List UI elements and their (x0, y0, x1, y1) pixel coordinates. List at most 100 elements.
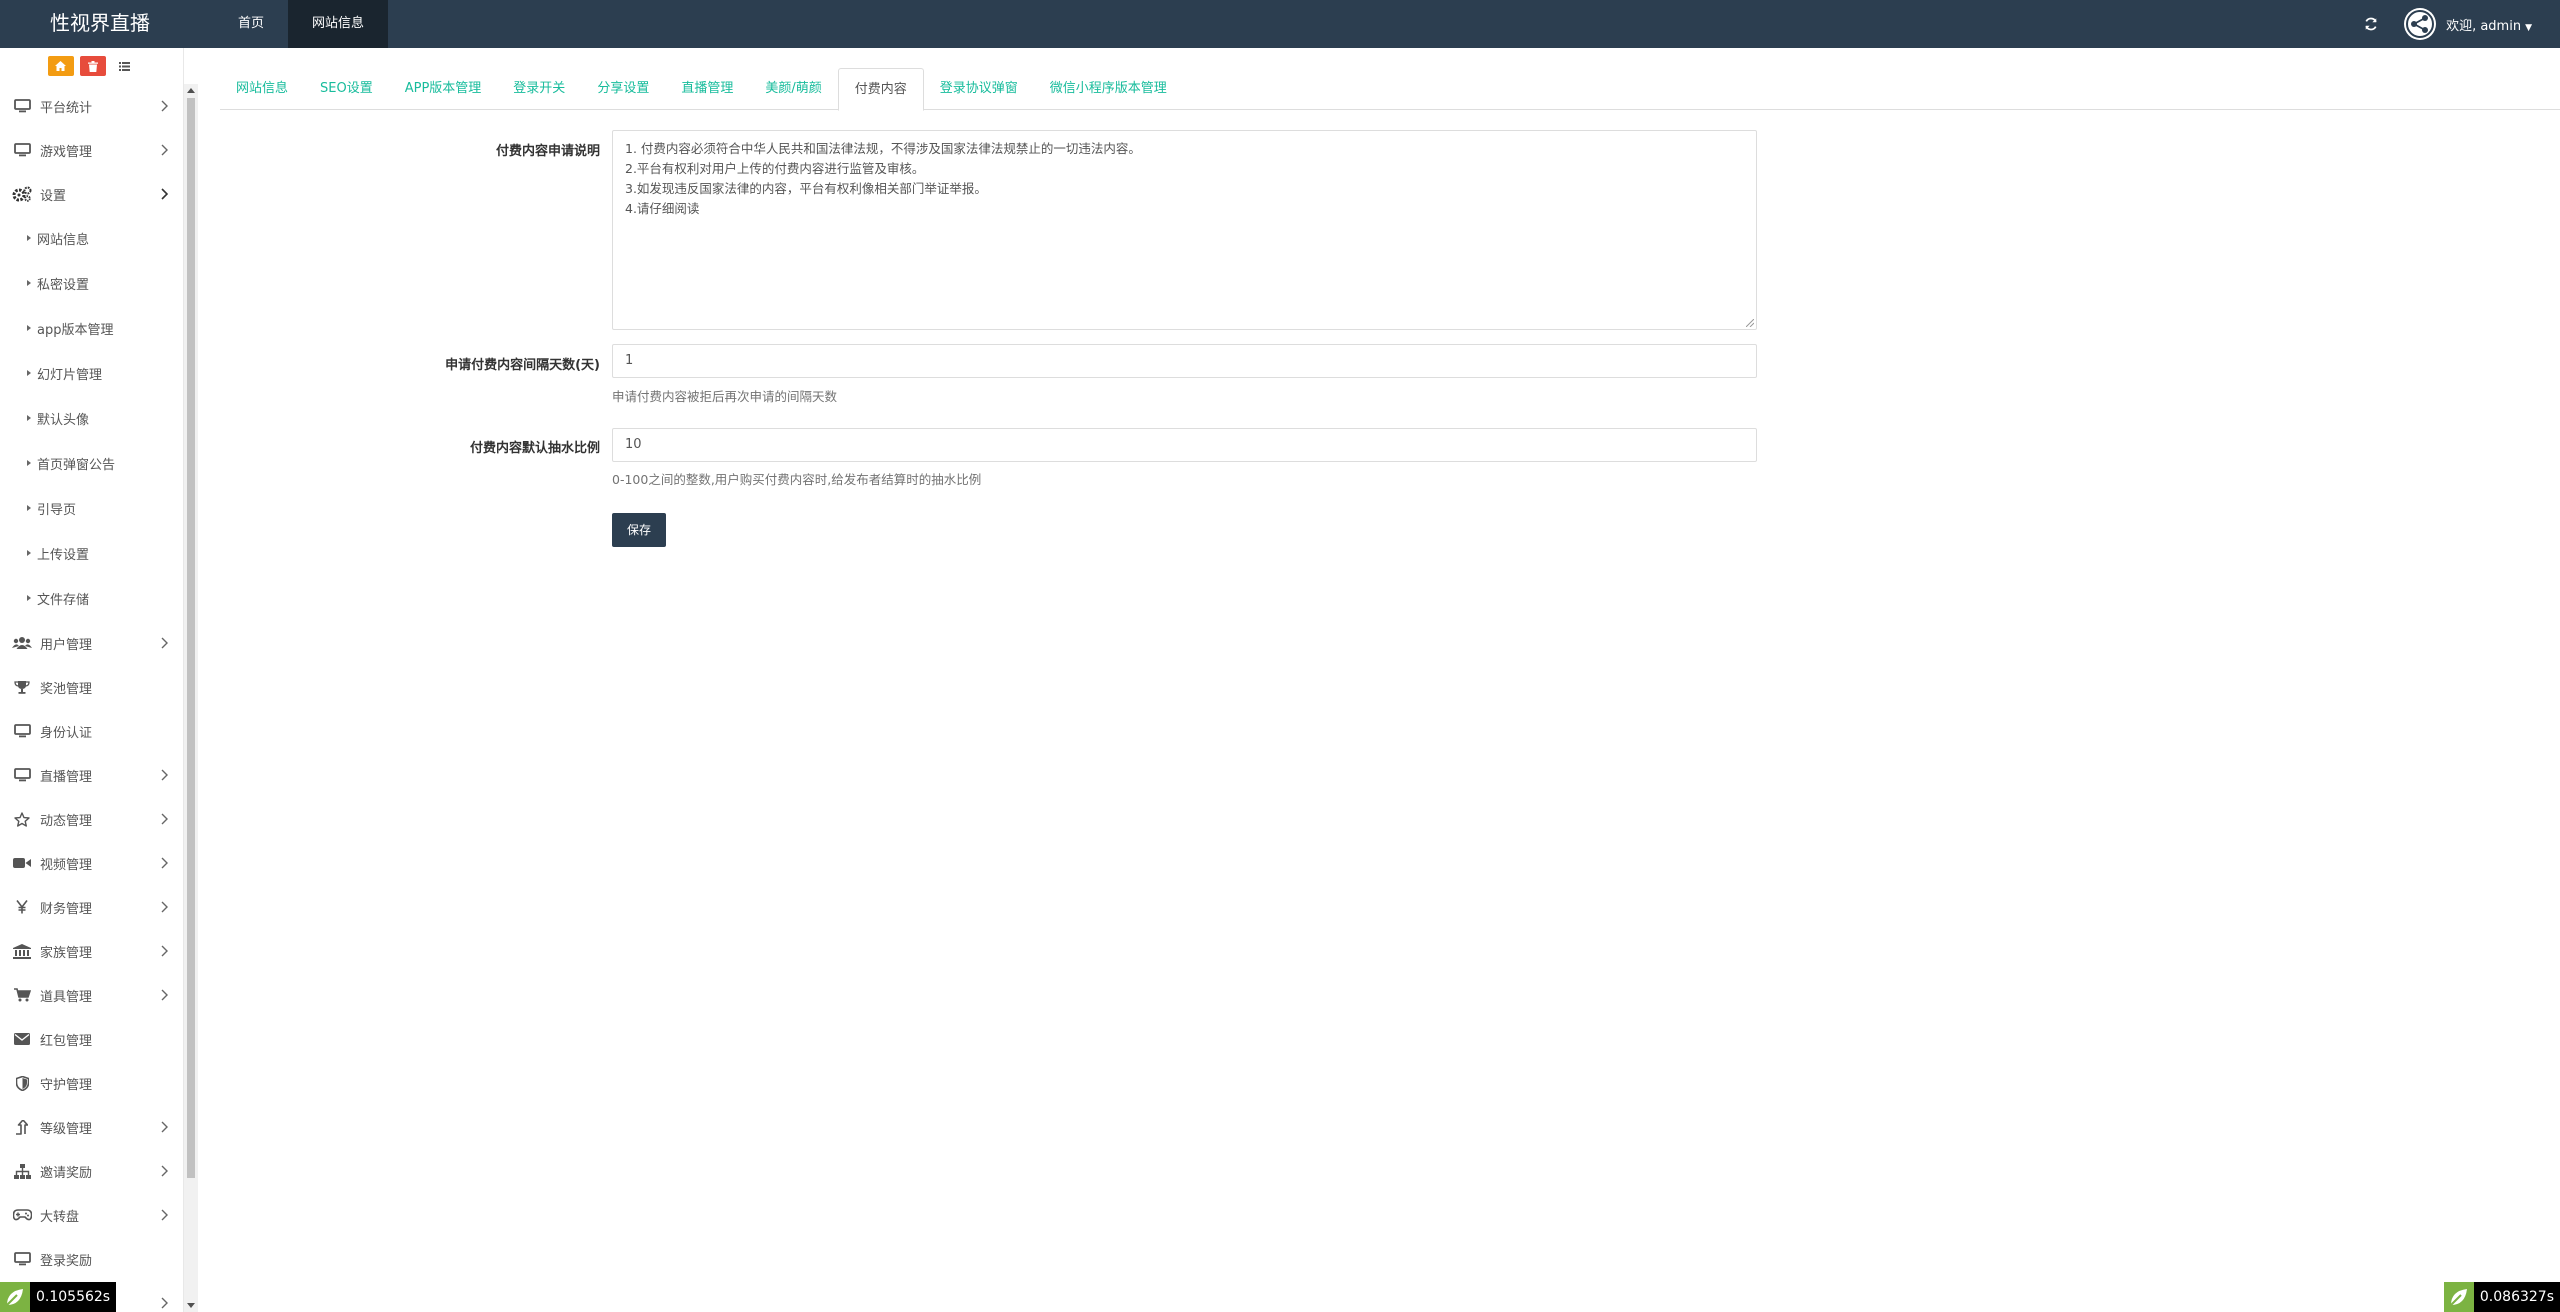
timer-value: 0.086327s (2479, 1289, 2554, 1305)
trash-icon (87, 60, 98, 72)
caret-right-icon (27, 460, 31, 466)
top-nav: 首页 网站信息 (214, 0, 389, 48)
sidebar-subitem-label: 幻灯片管理 (37, 368, 103, 383)
sidebar-item-levels[interactable]: 等级管理 (0, 1105, 183, 1149)
save-button[interactable]: 保存 (612, 513, 666, 547)
home-shortcut-button[interactable] (47, 56, 74, 76)
sidebar-subitem-slides[interactable]: 幻灯片管理 (0, 351, 183, 396)
tab-login-agreement[interactable]: 登录协议弹窗 (924, 68, 1034, 110)
sidebar-item-label: 财务管理 (40, 901, 93, 917)
tab-login-switch[interactable]: 登录开关 (497, 68, 581, 110)
resize-grip-icon[interactable] (1746, 319, 1754, 327)
sidebar-item-label: 道具管理 (40, 989, 93, 1005)
sidebar-item-guardian[interactable]: 守护管理 (0, 1061, 183, 1105)
sidebar-item-game-management[interactable]: 游戏管理 (0, 128, 183, 172)
chevron-right-icon (161, 989, 168, 1001)
avatar[interactable] (2404, 8, 2437, 40)
description-line: 1. 付费内容必须符合中华人民共和国法律法规，不得涉及国家法律法规禁止的一切违法… (625, 141, 1141, 156)
caret-right-icon (27, 595, 31, 601)
description-textarea[interactable]: 1. 付费内容必须符合中华人民共和国法律法规，不得涉及国家法律法规禁止的一切违法… (612, 130, 1757, 330)
sidebar-item-lucky-wheel[interactable]: 大转盘 (0, 1193, 183, 1237)
sidebar-item-identity[interactable]: 身份认证 (0, 709, 183, 753)
description-line: 2.平台有权利对用户上传的付费内容进行监管及审核。 (625, 161, 925, 176)
sidebar-subitem-upload-settings[interactable]: 上传设置 (0, 531, 183, 576)
settings-tabs: 网站信息 SEO设置 APP版本管理 登录开关 分享设置 直播管理 美颜/萌颜 … (220, 68, 2560, 111)
star-icon (12, 811, 32, 827)
sidebar-menu: 平台统计 游戏管理 设置 网站信息 私密设置 app版本管理 幻灯片管理 默认头… (0, 84, 183, 1312)
topnav-home[interactable]: 首页 (214, 0, 288, 48)
sidebar-subitem-app-version[interactable]: app版本管理 (0, 306, 183, 351)
sidebar-item-label: 用户管理 (40, 637, 93, 653)
top-navbar: 性视界直播 首页 网站信息 欢迎, admin ▼ (0, 0, 2560, 48)
sidebar-item-invite-reward[interactable]: 邀请奖励 (0, 1149, 183, 1193)
chevron-right-icon (161, 945, 168, 957)
sidebar-item-label: 直播管理 (40, 769, 93, 785)
interval-label: 申请付费内容间隔天数(天) (445, 358, 600, 373)
sidebar-item-finance[interactable]: 财务管理 (0, 885, 183, 929)
tab-mini-program[interactable]: 微信小程序版本管理 (1034, 68, 1183, 110)
chevron-right-icon (161, 857, 168, 869)
sidebar-item-label: 身份认证 (40, 725, 93, 741)
tab-live-management[interactable]: 直播管理 (665, 68, 749, 110)
tab-share-settings[interactable]: 分享设置 (581, 68, 665, 110)
menu-list-button[interactable] (111, 56, 138, 76)
commission-label: 付费内容默认抽水比例 (469, 441, 600, 456)
sidebar-item-dynamics[interactable]: 动态管理 (0, 797, 183, 841)
tab-paid-content[interactable]: 付费内容 (837, 68, 924, 111)
sidebar-subitem-label: 上传设置 (37, 548, 90, 563)
app-title[interactable]: 性视界直播 (0, 0, 200, 48)
sidebar-subitem-file-storage[interactable]: 文件存储 (0, 576, 183, 621)
sidebar-subitem-label: 私密设置 (37, 278, 90, 293)
tab-beauty[interactable]: 美颜/萌颜 (749, 68, 837, 110)
timer-value: 0.105562s (36, 1289, 111, 1305)
tab-site-info[interactable]: 网站信息 (220, 68, 304, 110)
tab-seo[interactable]: SEO设置 (304, 68, 389, 110)
share-nodes-icon (2406, 10, 2435, 38)
sidebar-item-live-management[interactable]: 直播管理 (0, 753, 183, 797)
sidebar-item-video[interactable]: 视频管理 (0, 841, 183, 885)
sidebar-item-jackpot[interactable]: 奖池管理 (0, 665, 183, 709)
user-menu[interactable]: 欢迎, admin ▼ (2446, 15, 2532, 34)
chevron-right-icon (161, 1297, 168, 1309)
sidebar-subitem-guide-page[interactable]: 引导页 (0, 486, 183, 531)
topnav-site-info[interactable]: 网站信息 (288, 0, 389, 48)
sidebar-item-props[interactable]: 道具管理 (0, 973, 183, 1017)
sidebar-subitem-site-info[interactable]: 网站信息 (0, 216, 183, 261)
sidebar-item-label: 等级管理 (40, 1121, 93, 1137)
sidebar-subitem-privacy[interactable]: 私密设置 (0, 261, 183, 306)
sidebar-item-red-packet[interactable]: 红包管理 (0, 1017, 183, 1061)
caret-down-icon: ▼ (2525, 22, 2532, 33)
tab-app-version[interactable]: APP版本管理 (389, 68, 498, 110)
gears-icon (12, 186, 32, 202)
commission-rate-input[interactable]: 10 (612, 428, 1757, 462)
chevron-right-icon (161, 637, 168, 649)
scroll-up-arrow-icon[interactable] (187, 88, 195, 93)
scroll-thumb[interactable] (187, 98, 195, 1178)
sidebar-subitem-default-avatar[interactable]: 默认头像 (0, 396, 183, 441)
chevron-right-icon (161, 813, 168, 825)
interval-days-input[interactable]: 1 (612, 344, 1757, 378)
description-line: 3.如发现违反国家法律的内容，平台有权利像相关部门举证举报。 (625, 181, 987, 196)
sidebar-subitem-popup-notice[interactable]: 首页弹窗公告 (0, 441, 183, 486)
trophy-icon (12, 679, 32, 695)
sidebar-item-user-management[interactable]: 用户管理 (0, 621, 183, 665)
clear-cache-button[interactable] (79, 56, 106, 76)
chevron-right-icon (161, 769, 168, 781)
shield-icon (12, 1075, 32, 1091)
monitor-icon (12, 1251, 32, 1267)
sidebar-subitem-label: 首页弹窗公告 (37, 458, 116, 473)
sidebar-item-family[interactable]: 家族管理 (0, 929, 183, 973)
sidebar-item-platform-stats[interactable]: 平台统计 (0, 84, 183, 128)
sidebar-item-settings[interactable]: 设置 (0, 172, 183, 216)
monitor-icon (12, 723, 32, 739)
refresh-icon[interactable] (2364, 17, 2378, 31)
scroll-down-arrow-icon[interactable] (187, 1303, 195, 1308)
sidebar-item-label: 设置 (40, 188, 67, 204)
level-up-icon (12, 1119, 32, 1135)
timer-badge-left: 0.105562s (0, 1282, 117, 1312)
sidebar-subitem-label: 网站信息 (37, 233, 90, 248)
sidebar-item-label: 红包管理 (40, 1033, 93, 1049)
sidebar-item-login-reward[interactable]: 登录奖励 (0, 1237, 183, 1281)
main-content: 网站信息 SEO设置 APP版本管理 登录开关 分享设置 直播管理 美颜/萌颜 … (200, 48, 2560, 1312)
sidebar-scrollbar[interactable] (184, 84, 198, 1312)
